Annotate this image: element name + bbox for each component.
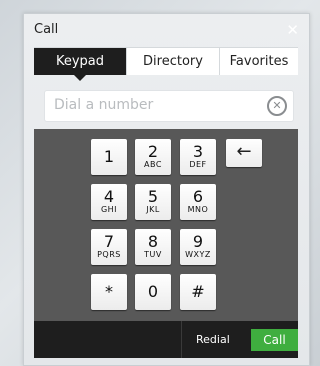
divider	[181, 321, 182, 358]
key-digit: #	[191, 282, 205, 301]
action-bar: Redial Call	[34, 321, 298, 358]
key-letters: WXYZ	[185, 250, 211, 259]
dialog-title: Call	[34, 22, 59, 37]
key-letters: MNO	[187, 205, 209, 214]
call-dialog: Call ✕ Keypad Directory Favorites ✕ 1 2 …	[23, 13, 310, 366]
close-icon[interactable]: ✕	[286, 20, 299, 40]
key-letters: DEF	[189, 160, 207, 169]
key-digit: 2	[147, 142, 159, 161]
clear-circle-icon[interactable]: ✕	[267, 96, 287, 116]
keypad: 1 2 ABC 3 DEF ← 4 GHI 5 JKL 6 MNO 7 PQRS…	[34, 129, 298, 321]
dial-number-field: ✕	[44, 90, 294, 122]
key-4[interactable]: 4 GHI	[91, 184, 127, 220]
key-digit: 9	[192, 232, 204, 251]
tab-keypad[interactable]: Keypad	[34, 48, 126, 81]
key-letters: JKL	[146, 205, 160, 214]
call-button[interactable]: Call	[251, 329, 298, 351]
key-2[interactable]: 2 ABC	[135, 139, 171, 175]
key-3[interactable]: 3 DEF	[180, 139, 216, 175]
key-digit: 0	[147, 282, 159, 301]
key-digit: 4	[103, 187, 115, 206]
key-5[interactable]: 5 JKL	[135, 184, 171, 220]
redial-button[interactable]: Redial	[196, 333, 230, 346]
key-letters: PQRS	[97, 250, 121, 259]
key-digit: *	[105, 282, 113, 301]
key-digit: 8	[147, 232, 159, 251]
backspace-arrow-icon[interactable]: ←	[226, 139, 262, 167]
key-digit: 6	[192, 187, 204, 206]
key-digit: 7	[103, 232, 115, 251]
key-letters: TUV	[144, 250, 162, 259]
key-letters: GHI	[100, 205, 118, 214]
dial-number-input[interactable]	[45, 91, 254, 119]
key-letters: ABC	[144, 160, 162, 169]
key-digit: 5	[147, 187, 159, 206]
tab-favorites[interactable]: Favorites	[219, 48, 298, 75]
key-1[interactable]: 1	[91, 139, 127, 175]
key-6[interactable]: 6 MNO	[180, 184, 216, 220]
tab-directory[interactable]: Directory	[126, 48, 219, 75]
key-8[interactable]: 8 TUV	[135, 229, 171, 265]
key-hash[interactable]: #	[180, 274, 216, 310]
key-9[interactable]: 9 WXYZ	[180, 229, 216, 265]
title-bar: Call ✕	[34, 20, 299, 42]
tab-bar: Keypad Directory Favorites	[34, 47, 298, 81]
key-digit: 3	[192, 142, 204, 161]
key-7[interactable]: 7 PQRS	[91, 229, 127, 265]
key-star[interactable]: *	[91, 274, 127, 310]
key-digit: 1	[103, 147, 115, 166]
key-0[interactable]: 0	[135, 274, 171, 310]
